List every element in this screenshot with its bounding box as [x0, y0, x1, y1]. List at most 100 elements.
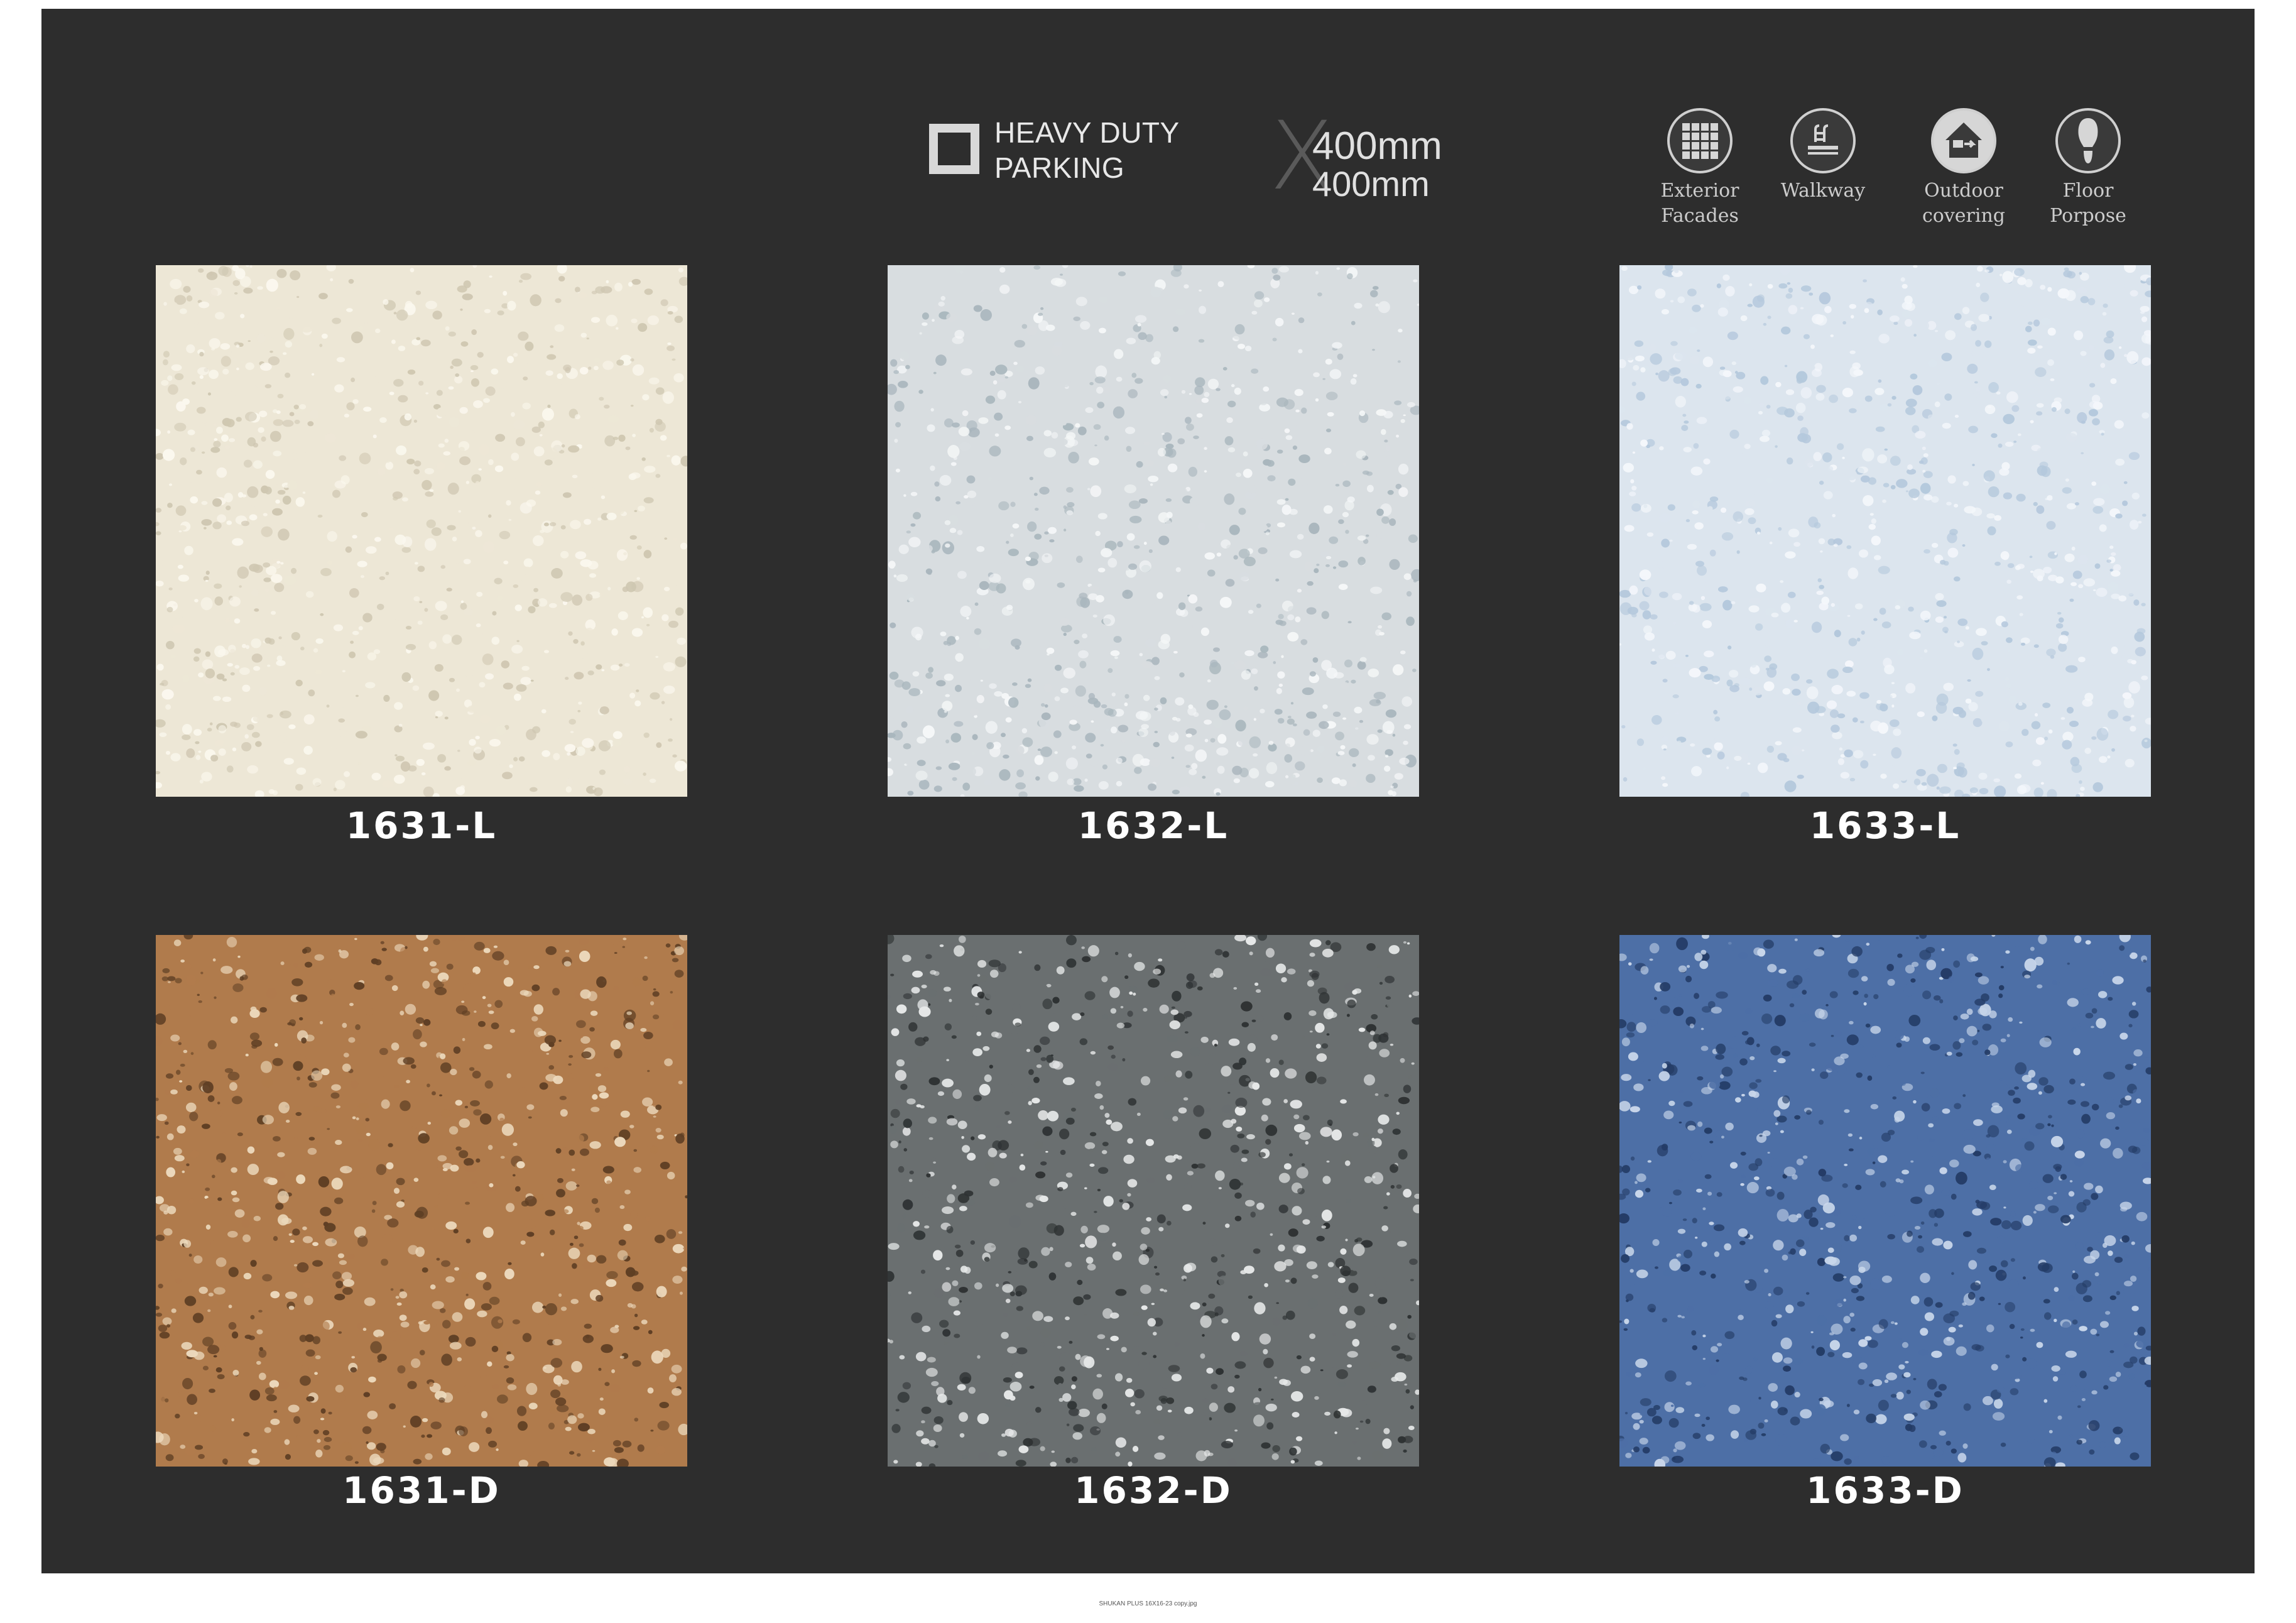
tile-chip [2058, 635, 2069, 645]
tile-chip [452, 537, 457, 542]
tile-code: 1631-L [345, 804, 498, 847]
tile-chip [1160, 389, 1169, 396]
tile-chip [1904, 319, 1913, 327]
tile-chip [497, 310, 504, 315]
tile-chip [441, 1260, 450, 1267]
tile-chip [300, 451, 306, 455]
tile-chip [1300, 639, 1308, 645]
tile-chip [197, 367, 209, 376]
tile-chip [1165, 498, 1172, 502]
tile-chip [1214, 1044, 1217, 1047]
tile-chip [652, 991, 660, 997]
tile-chip [1040, 307, 1044, 310]
tile-chip [2126, 589, 2135, 596]
tile-chip [634, 1418, 639, 1422]
tile-chip [620, 1110, 630, 1118]
tile-chip [1008, 1271, 1012, 1274]
tile-chip [182, 1281, 188, 1285]
tile-chip [321, 333, 328, 339]
tile-chip [1403, 414, 1406, 417]
tile-chip [1182, 1204, 1192, 1211]
tile-chip [287, 480, 298, 490]
tile-chip [1884, 1379, 1889, 1384]
tile-chip [922, 1189, 932, 1198]
tile-chip [202, 1081, 214, 1093]
tile-chip [482, 653, 494, 665]
tile-chip [499, 1117, 504, 1122]
tile-chip [509, 764, 513, 768]
tile-chip [1962, 1443, 1968, 1449]
usage-label-line-2: Porpose [2050, 205, 2126, 227]
tile-chip [1849, 408, 1857, 413]
tile-chip [377, 1359, 383, 1363]
tile-chip [1965, 626, 1969, 630]
tile-chip [659, 1401, 669, 1409]
tile-chip [1288, 780, 1295, 785]
tile-chip [163, 1005, 171, 1013]
tile-chip [1040, 1328, 1051, 1338]
tile-chip [987, 476, 993, 481]
tile-chip [1685, 975, 1692, 983]
tile-chip [1307, 980, 1314, 987]
tile-chip [1086, 722, 1094, 728]
tile-chip [1697, 565, 1707, 576]
tile-chip [919, 332, 922, 335]
tile-chip [1856, 1296, 1865, 1301]
tile-chip [1194, 542, 1199, 546]
tile-chip [1396, 1184, 1402, 1189]
tile-chip [293, 1264, 298, 1267]
tile-chip [1051, 432, 1058, 439]
tile-chip [435, 711, 443, 717]
tile-chip [231, 1016, 238, 1024]
tile-chip [1384, 1093, 1389, 1098]
tile-chip [974, 602, 979, 606]
tile-chip [1920, 483, 1931, 494]
tile-chip [1195, 377, 1205, 387]
tile-chip [253, 715, 263, 723]
tile-chip [1644, 632, 1655, 641]
tile-chip [2099, 756, 2108, 763]
tile-chip [2107, 755, 2111, 759]
tile-chip [1066, 432, 1076, 440]
tile-chip [1689, 601, 1694, 605]
tile-chip [1809, 1217, 1819, 1227]
tile-chip [1988, 382, 1999, 393]
tile-chip [643, 497, 654, 504]
tile-chip [1788, 287, 1793, 293]
tile-chip [450, 1068, 457, 1076]
tile-chip [1401, 696, 1413, 707]
tile-chip [1371, 1137, 1375, 1141]
tile-chip [1195, 749, 1207, 762]
tile-chip [1321, 1225, 1327, 1229]
tile-chip [1051, 1450, 1055, 1453]
tile-chip [1916, 768, 1926, 777]
tile-chip [530, 294, 541, 307]
tile-chip [1352, 1267, 1357, 1271]
tile-chip [331, 993, 335, 997]
tile-chip [1085, 407, 1094, 413]
tile-chip [1856, 637, 1861, 642]
tile-chip [1163, 374, 1171, 383]
tile-chip [2087, 298, 2096, 305]
tile-chip [496, 1394, 508, 1404]
tile-chip [1143, 694, 1150, 701]
tile-chip [1936, 786, 1940, 790]
tile-chip [503, 290, 508, 296]
tile-chip [577, 1413, 584, 1419]
tile-chip [1352, 1132, 1359, 1137]
tile-chip [1156, 592, 1163, 599]
tile-chip [954, 1333, 960, 1338]
tile-chip [922, 725, 935, 738]
tile-chip [1875, 1414, 1887, 1424]
tile-chip [572, 1356, 576, 1359]
tile-chip [195, 272, 204, 281]
tile-chip [2129, 520, 2139, 530]
tile-chip [1296, 1245, 1306, 1254]
tile-chip [998, 1450, 1008, 1457]
tile-chip [1739, 1058, 1748, 1066]
tile-chip [1630, 479, 1635, 484]
tile-chip [1677, 1314, 1682, 1318]
tile-chip [665, 943, 671, 948]
tile-chip [1249, 736, 1261, 748]
tile-chip [1168, 1365, 1180, 1372]
